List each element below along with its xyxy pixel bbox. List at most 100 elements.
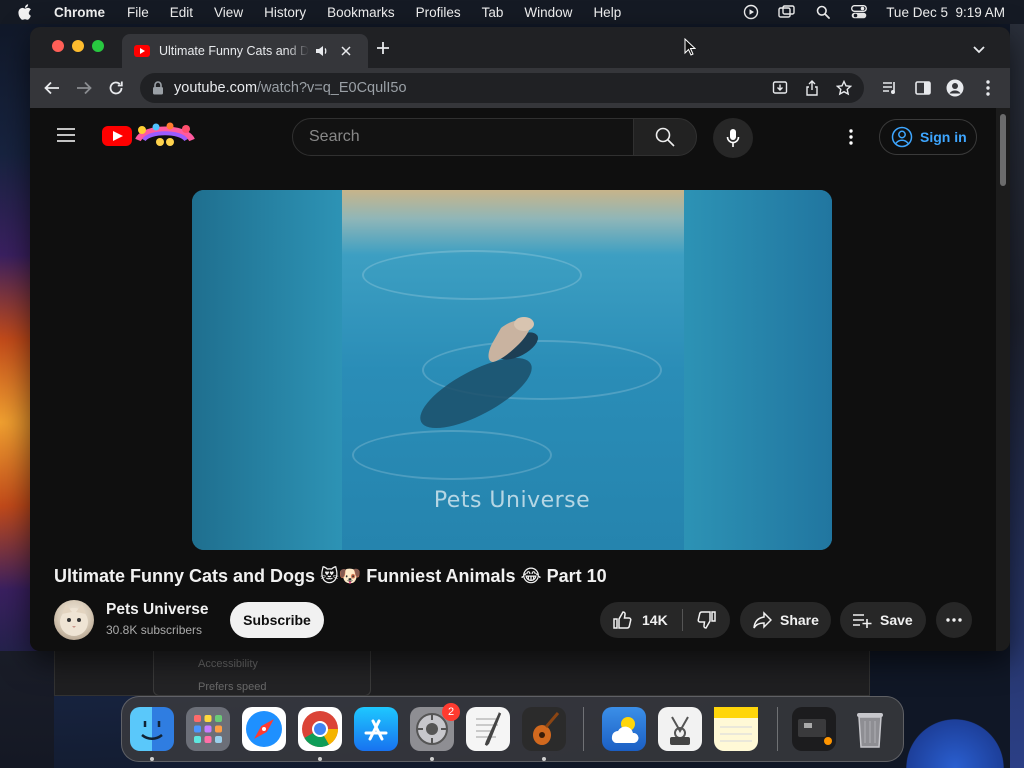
back-arrow-icon[interactable] xyxy=(43,79,61,97)
screenshot-app-icon[interactable] xyxy=(658,707,702,751)
more-actions-button[interactable] xyxy=(936,602,972,638)
tab-close-icon[interactable] xyxy=(339,44,353,58)
desktop-window-fragment xyxy=(905,705,1005,768)
search-field[interactable] xyxy=(292,118,634,156)
install-app-icon[interactable] xyxy=(772,80,788,96)
channel-avatar[interactable] xyxy=(54,600,94,640)
lock-icon[interactable] xyxy=(152,81,164,95)
menu-profiles[interactable]: Profiles xyxy=(416,5,461,20)
tab-search-chevron-icon[interactable] xyxy=(972,42,986,54)
settings-more-icon[interactable] xyxy=(842,128,860,146)
save-button[interactable]: Save xyxy=(840,602,926,638)
reload-icon[interactable] xyxy=(107,79,125,97)
apple-menu-icon[interactable] xyxy=(18,3,36,21)
search-button[interactable] xyxy=(633,118,697,156)
clock-datetime[interactable]: Tue Dec 5 9:19 AM xyxy=(886,5,1005,20)
side-panel-icon[interactable] xyxy=(914,79,932,97)
like-count[interactable]: 14K xyxy=(642,612,668,628)
macos-menu-bar: Chrome File Edit View History Bookmarks … xyxy=(0,0,1024,24)
forward-arrow-icon[interactable] xyxy=(75,79,93,97)
scrollbar-thumb[interactable] xyxy=(1000,114,1006,186)
page-scrollbar[interactable] xyxy=(996,108,1010,651)
like-thumb-up-icon[interactable] xyxy=(612,610,632,630)
address-bar[interactable]: youtube.com/watch?v=q_E0CqulI5o xyxy=(140,73,864,103)
browser-toolbar: youtube.com/watch?v=q_E0CqulI5o xyxy=(30,68,1010,108)
more-horizontal-icon xyxy=(946,618,962,622)
youtube-page: Sign in Pets Universe Ultimate Funny Cat… xyxy=(30,108,1010,651)
dislike-thumb-down-icon[interactable] xyxy=(697,610,717,630)
account-circle-icon xyxy=(891,126,913,148)
window-zoom-button[interactable] xyxy=(92,40,104,52)
screen-record-icon[interactable] xyxy=(742,4,760,20)
desktop-wallpaper xyxy=(0,651,54,768)
channel-row: Pets Universe 30.8K subscribers Subscrib… xyxy=(30,598,996,648)
voice-search-button[interactable] xyxy=(713,118,753,158)
youtube-logo-icon[interactable] xyxy=(102,126,132,146)
garageband-app-icon[interactable] xyxy=(522,707,566,751)
chrome-menu-icon[interactable] xyxy=(979,79,997,97)
background-text-line: Prefers speed xyxy=(198,681,267,693)
share-button[interactable]: Share xyxy=(740,602,831,638)
dock-separator xyxy=(777,707,778,751)
menu-help[interactable]: Help xyxy=(593,5,621,20)
video-player[interactable]: Pets Universe xyxy=(192,190,832,550)
url-domain: youtube.com xyxy=(174,80,258,96)
control-center-icon[interactable] xyxy=(850,4,868,20)
microphone-icon xyxy=(726,129,740,147)
tab-audio-playing-icon[interactable] xyxy=(315,44,329,58)
downloads-stack-icon[interactable] xyxy=(792,707,836,751)
channel-name[interactable]: Pets Universe xyxy=(106,601,209,619)
tab-youtube[interactable]: Ultimate Funny Cats and Dogs xyxy=(122,34,368,68)
share-label: Share xyxy=(780,612,819,628)
like-dislike-group: 14K xyxy=(600,602,730,638)
menu-view[interactable]: View xyxy=(214,5,243,20)
sign-in-label: Sign in xyxy=(920,129,967,145)
menu-bookmarks[interactable]: Bookmarks xyxy=(327,5,395,20)
textedit-app-icon[interactable] xyxy=(466,707,510,751)
swimming-animal-image xyxy=(420,317,538,428)
window-minimize-button[interactable] xyxy=(72,40,84,52)
share-page-icon[interactable] xyxy=(804,80,820,96)
sign-in-button[interactable]: Sign in xyxy=(879,119,977,155)
mouse-cursor-icon xyxy=(684,38,696,56)
background-settings-panel: Accessibility Prefers speed xyxy=(153,650,371,696)
menu-app-name[interactable]: Chrome xyxy=(54,5,105,20)
bookmark-star-icon[interactable] xyxy=(836,80,852,96)
menu-window[interactable]: Window xyxy=(524,5,572,20)
youtube-doodle-icon[interactable] xyxy=(134,122,196,150)
playlist-add-icon xyxy=(853,614,872,628)
menu-history[interactable]: History xyxy=(264,5,306,20)
new-tab-icon[interactable] xyxy=(374,39,392,57)
launchpad-app-icon[interactable] xyxy=(186,707,230,751)
background-text-line: Accessibility xyxy=(198,658,258,670)
finder-app-icon[interactable] xyxy=(130,707,174,751)
tab-strip: Ultimate Funny Cats and Dogs xyxy=(30,27,1010,68)
youtube-favicon-icon xyxy=(134,45,150,57)
spotlight-search-icon[interactable] xyxy=(814,4,832,20)
google-chrome-app-icon[interactable] xyxy=(298,707,342,751)
weather-app-icon[interactable] xyxy=(602,707,646,751)
url-text[interactable]: youtube.com/watch?v=q_E0CqulI5o xyxy=(174,80,407,96)
menu-edit[interactable]: Edit xyxy=(170,5,193,20)
menu-tab[interactable]: Tab xyxy=(482,5,504,20)
notification-badge: 2 xyxy=(442,703,460,721)
search-input[interactable] xyxy=(309,128,609,146)
safari-app-icon[interactable] xyxy=(242,707,286,751)
window-close-button[interactable] xyxy=(52,40,64,52)
running-indicator xyxy=(150,757,154,761)
running-indicator xyxy=(318,757,322,761)
notes-app-icon[interactable] xyxy=(714,707,758,751)
trash-app-icon[interactable] xyxy=(848,707,892,751)
subscribe-button[interactable]: Subscribe xyxy=(230,602,324,638)
youtube-header: Sign in xyxy=(30,108,996,164)
video-title: Ultimate Funny Cats and Dogs 😻🐶 Funniest… xyxy=(54,566,607,586)
screen-mirroring-icon[interactable] xyxy=(778,4,796,20)
app-store-app-icon[interactable] xyxy=(354,707,398,751)
profile-avatar-icon[interactable] xyxy=(946,79,964,97)
media-controls-icon[interactable] xyxy=(881,79,899,97)
video-watermark: Pets Universe xyxy=(433,488,591,513)
guide-menu-icon[interactable] xyxy=(57,128,75,142)
menu-file[interactable]: File xyxy=(127,5,149,20)
chrome-window: Ultimate Funny Cats and Dogs xyxy=(30,27,1010,651)
subscriber-count: 30.8K subscribers xyxy=(106,623,203,637)
